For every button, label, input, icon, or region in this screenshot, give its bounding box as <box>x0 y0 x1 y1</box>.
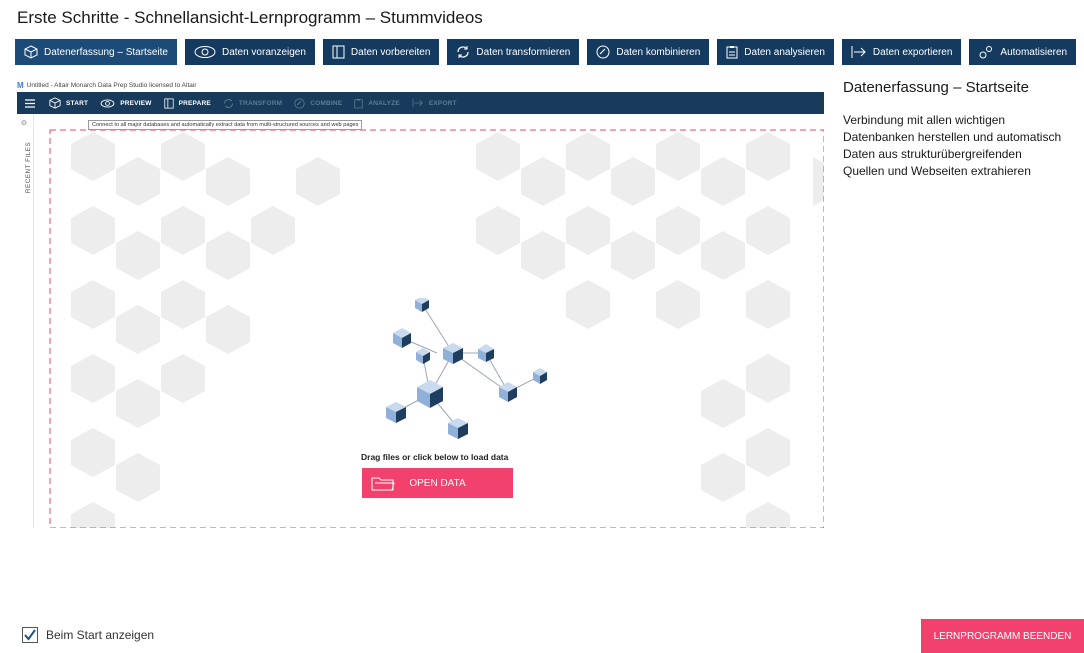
nav-prepare-button[interactable]: Daten vorbereiten <box>322 39 440 65</box>
clipboard-icon <box>726 46 738 59</box>
nav-label: Daten transformieren <box>476 46 571 58</box>
open-data-button[interactable]: OPEN DATA <box>362 468 513 498</box>
checkmark-icon <box>24 629 36 641</box>
toolbar-combine-label: COMBINE <box>310 99 343 107</box>
nav-combine-button[interactable]: Daten kombinieren <box>587 39 710 65</box>
nav-label: Daten analysieren <box>744 46 825 58</box>
eye-icon <box>194 46 216 58</box>
hamburger-menu-icon[interactable] <box>17 92 43 114</box>
cube-icon <box>24 45 38 59</box>
toolbar-export[interactable]: EXPORT <box>406 92 463 114</box>
tutorial-nav: Datenerfassung – Startseite Daten voranz… <box>15 39 1077 65</box>
start-tooltip: Connect to all major databases and autom… <box>88 120 363 130</box>
combine-icon <box>596 45 610 59</box>
nav-analyze-button[interactable]: Daten analysieren <box>717 39 834 65</box>
clipboard-icon <box>354 98 363 108</box>
cube-icon <box>49 97 61 109</box>
gears-icon <box>979 46 993 59</box>
nav-label: Daten exportieren <box>872 46 953 58</box>
show-on-start-label: Beim Start anzeigen <box>46 628 155 642</box>
app-screenshot: M Untitled - Altair Monarch Data Prep St… <box>17 78 824 528</box>
toolbar-start-label: START <box>66 99 89 107</box>
window-title: Erste Schritte - Schnellansicht-Lernprog… <box>17 8 483 27</box>
show-on-start-checkbox[interactable] <box>22 627 38 643</box>
app-caption-text: Untitled - Altair Monarch Data Prep Stud… <box>26 81 197 89</box>
toolbar-analyze-label: ANALYZE <box>368 99 400 107</box>
nav-label: Daten vorbereiten <box>350 46 431 58</box>
export-icon <box>851 46 866 58</box>
drag-files-hint: Drag files or click below to load data <box>361 452 509 462</box>
folder-icon <box>371 477 395 491</box>
toolbar-preview-label: PREVIEW <box>120 99 152 107</box>
toolbar-export-label: EXPORT <box>428 99 457 107</box>
combine-icon <box>294 97 305 109</box>
toolbar-combine[interactable]: COMBINE <box>288 92 348 114</box>
panel-line: Datenbanken herstellen und automatisch <box>843 130 1062 144</box>
nav-preview-button[interactable]: Daten voranzeigen <box>184 39 315 65</box>
app-toolbar: START PREVIEW PREPARE TRANSFORM COMBINE … <box>17 92 824 114</box>
monarch-logo-icon: M <box>17 80 24 90</box>
columns-icon <box>163 98 174 108</box>
nav-data-capture-button[interactable]: Datenerfassung – Startseite <box>15 39 177 65</box>
nav-label: Daten voranzeigen <box>221 46 306 58</box>
eye-icon <box>100 99 115 107</box>
expand-arrow-icon[interactable]: ⊙ <box>21 119 27 127</box>
nav-label: Automatisieren <box>1000 46 1068 58</box>
show-on-start-option[interactable]: Beim Start anzeigen <box>22 627 154 643</box>
panel-title: Datenerfassung – Startseite <box>843 79 1029 96</box>
open-data-label: OPEN DATA <box>409 477 466 489</box>
toolbar-preview[interactable]: PREVIEW <box>94 92 157 114</box>
transform-icon <box>457 46 470 58</box>
toolbar-transform[interactable]: TRANSFORM <box>217 92 288 114</box>
nav-export-button[interactable]: Daten exportieren <box>841 39 962 65</box>
toolbar-prepare[interactable]: PREPARE <box>158 92 217 114</box>
transform-icon <box>224 98 233 108</box>
nav-automate-button[interactable]: Automatisieren <box>969 39 1077 65</box>
finish-tutorial-button[interactable]: LERNPROGRAMM BEENDEN <box>921 619 1084 653</box>
recent-files-rail[interactable]: ⊙ RECENT FILES <box>17 114 34 528</box>
nav-transform-button[interactable]: Daten transformieren <box>447 39 580 65</box>
data-network-illustration <box>386 298 547 439</box>
export-icon <box>412 98 423 108</box>
nav-label: Datenerfassung – Startseite <box>44 46 168 58</box>
panel-line: Daten aus strukturübergreifenden <box>843 147 1022 161</box>
toolbar-prepare-label: PREPARE <box>178 99 211 107</box>
panel-description: Verbindung mit allen wichtigen Datenbank… <box>843 112 1084 180</box>
panel-line: Quellen und Webseiten extrahieren <box>843 164 1031 178</box>
app-caption: M Untitled - Altair Monarch Data Prep St… <box>17 78 196 92</box>
nav-label: Daten kombinieren <box>616 46 701 58</box>
toolbar-analyze[interactable]: ANALYZE <box>348 92 406 114</box>
columns-icon <box>332 45 345 59</box>
toolbar-transform-label: TRANSFORM <box>238 99 283 107</box>
toolbar-start[interactable]: START <box>43 92 94 114</box>
recent-files-label: RECENT FILES <box>25 141 33 194</box>
panel-line: Verbindung mit allen wichtigen <box>843 113 1006 127</box>
